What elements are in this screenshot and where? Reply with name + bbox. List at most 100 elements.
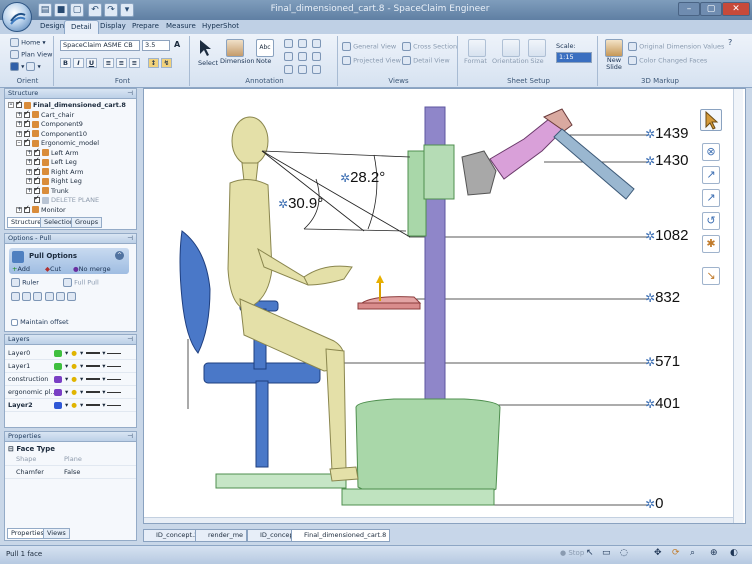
pin-icon[interactable]: ⊣ [127, 89, 136, 98]
expand-icon[interactable]: + [16, 121, 22, 127]
collapse-section-icon[interactable]: ^ [115, 251, 124, 260]
height-dimension-1082[interactable]: ✲1082 [645, 227, 688, 244]
chair-base-plate[interactable] [215, 473, 347, 489]
dropdown-arrow-icon[interactable]: ▾ [102, 362, 105, 370]
arm-mount[interactable] [461, 150, 497, 196]
light-bulb-icon[interactable]: ● [71, 401, 77, 409]
tree-item-right-arm[interactable]: + Right Arm [8, 166, 136, 178]
font-size-select[interactable]: 3.5 [142, 40, 170, 51]
open-icon[interactable]: ▤ [38, 3, 52, 17]
line-style-icon[interactable] [107, 352, 122, 354]
pull-direction-icon[interactable] [11, 292, 20, 301]
ruler-option[interactable]: Ruler [11, 278, 39, 287]
projected-view-button[interactable]: Projected View [342, 56, 401, 65]
expand-icon[interactable]: + [26, 187, 32, 194]
maintain-offset-option[interactable]: Maintain offset [11, 318, 69, 326]
height-dimension-571[interactable]: ✲571 [645, 353, 680, 370]
pull-both-icon[interactable] [22, 292, 32, 301]
dropdown-arrow-icon[interactable]: ▾ [102, 401, 105, 409]
dropdown-arrow-icon[interactable]: ▾ [65, 349, 68, 357]
articulating-arm[interactable] [489, 118, 565, 180]
undo-icon[interactable]: ↶ [88, 3, 102, 17]
expand-icon[interactable]: + [16, 206, 22, 213]
dropdown-arrow-icon[interactable]: ▾ [102, 349, 105, 357]
dropdown-arrow-icon[interactable]: ▾ [65, 362, 68, 370]
bold-button[interactable]: B [60, 58, 71, 68]
dropdown-arrow-icon[interactable]: ▾ [80, 388, 83, 396]
maintain-offset-checkbox[interactable] [11, 318, 18, 326]
visibility-checkbox[interactable] [34, 156, 40, 165]
tree-item-trunk[interactable]: + Trunk [8, 185, 136, 197]
line-style-icon[interactable] [107, 365, 122, 367]
tree-item-monitor[interactable]: + Monitor [8, 204, 136, 216]
line-weight-icon[interactable] [86, 352, 101, 354]
grid-tool-icon[interactable] [284, 52, 293, 61]
line-style-icon[interactable] [107, 391, 122, 393]
scale-select[interactable]: 1:15 [556, 52, 592, 63]
note-button[interactable]: Abc Note [256, 39, 274, 65]
weld-tool-icon[interactable] [312, 65, 321, 74]
align-right-button[interactable]: ≡ [129, 58, 140, 68]
visibility-checkbox[interactable] [34, 194, 40, 203]
font-face-select[interactable]: SpaceClaim ASME CB [60, 40, 140, 51]
light-bulb-icon[interactable]: ● [71, 362, 77, 370]
expand-icon[interactable]: + [26, 159, 32, 165]
expand-icon[interactable]: + [26, 168, 32, 175]
detail-view-button[interactable]: Detail View [402, 56, 450, 65]
pull-revolve-icon[interactable] [33, 292, 43, 301]
add-option[interactable]: +Add [12, 265, 30, 273]
save-icon[interactable]: ■ [54, 3, 68, 17]
datum-tool-icon[interactable] [298, 52, 307, 61]
text-effects-button[interactable]: ↯ [161, 58, 172, 68]
cart-base[interactable] [355, 398, 501, 492]
pull-blend-icon[interactable] [67, 292, 77, 301]
height-dimension-401[interactable]: ✲401 [645, 395, 680, 412]
line-weight-icon[interactable] [86, 365, 101, 367]
complete-tool-icon[interactable]: ↘ [702, 267, 720, 285]
tab-properties[interactable]: Properties [7, 528, 48, 539]
chair-post[interactable] [255, 380, 269, 468]
visibility-checkbox[interactable] [24, 137, 30, 146]
layer-color-swatch[interactable] [54, 375, 62, 383]
visibility-checkbox[interactable] [24, 109, 30, 118]
dropdown-arrow-icon[interactable]: ▾ [80, 349, 83, 357]
height-dimension-0[interactable]: ✲0 [645, 495, 663, 512]
home-button[interactable]: Home ▾ [10, 38, 46, 47]
no-merge-option[interactable]: ●No merge [73, 265, 111, 273]
maximize-button[interactable]: ▢ [700, 2, 722, 16]
align-center-button[interactable]: ≡ [116, 58, 127, 68]
vertical-scrollbar[interactable] [733, 89, 743, 523]
layer-row[interactable]: Layer1 ▾ ● ▾ ▾ [5, 360, 136, 373]
layer-color-swatch[interactable] [54, 362, 62, 370]
text-style-button[interactable]: ↕ [148, 58, 159, 68]
keyboard[interactable] [360, 296, 422, 304]
height-dimension-832[interactable]: ✲832 [645, 289, 680, 306]
center-mark-icon[interactable] [284, 65, 293, 74]
new-icon[interactable]: ▢ [70, 3, 84, 17]
pin-icon[interactable]: ⊣ [127, 432, 136, 441]
dimension-button[interactable]: Dimension [220, 39, 255, 65]
select-mode-icon[interactable]: ↖ [586, 548, 594, 558]
doc-tab-render-me[interactable]: render_me [195, 529, 248, 542]
cut-option[interactable]: ◆Cut [45, 265, 61, 273]
plan-view-button[interactable]: Plan View [10, 50, 52, 59]
layer-row[interactable]: ergonomic pl... ▾ ● ▾ ▾ [5, 386, 136, 399]
dropdown-arrow-icon[interactable]: ▾ [102, 388, 105, 396]
visibility-checkbox[interactable] [24, 118, 30, 127]
visibility-checkbox[interactable] [24, 204, 30, 213]
visibility-checkbox[interactable] [34, 166, 40, 175]
color-changed-faces-button[interactable]: Color Changed Faces [628, 56, 707, 65]
tab-views[interactable]: Views [43, 528, 70, 539]
line-style-icon[interactable] [107, 404, 122, 406]
height-dimension-1430[interactable]: ✲1430 [645, 152, 688, 169]
general-view-button[interactable]: General View [342, 42, 396, 51]
mannequin-foot[interactable] [329, 466, 359, 482]
layer-color-swatch[interactable] [54, 388, 62, 396]
dropdown-arrow-icon[interactable]: ▾ [65, 401, 68, 409]
italic-button[interactable]: I [73, 58, 84, 68]
minimize-button[interactable]: – [678, 2, 700, 16]
doc-tab-id-concept-2[interactable]: ID_concept.2 [143, 529, 203, 542]
pull-direction-tool-icon[interactable]: ↗ [702, 166, 720, 184]
layer-row[interactable]: Layer0 ▾ ● ▾ ▾ [5, 347, 136, 360]
mannequin-neck[interactable] [241, 162, 259, 182]
